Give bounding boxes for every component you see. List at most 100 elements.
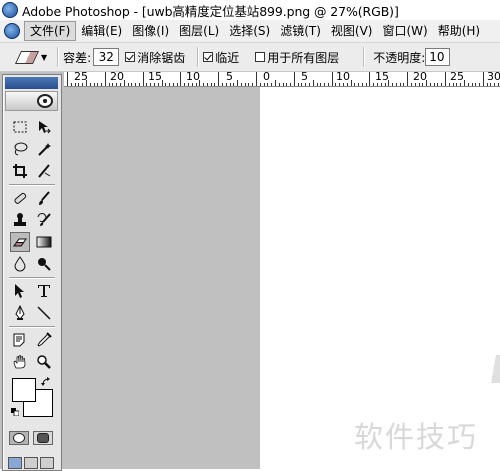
ruler-tick (225, 83, 227, 86)
toolbox-logo-button[interactable] (5, 91, 58, 111)
menu-edit[interactable]: 编辑(E) (76, 21, 127, 41)
menu-file[interactable]: 文件(F) (24, 21, 77, 41)
all-layers-option[interactable]: 用于所有图层 (255, 49, 339, 66)
canvas-image-area[interactable] (260, 87, 500, 469)
canvas-transparent-area[interactable] (64, 87, 260, 469)
contiguous-label: 临近 (215, 50, 240, 65)
hand-icon[interactable] (10, 352, 30, 372)
crop-icon[interactable] (10, 161, 30, 181)
pen-icon[interactable] (10, 303, 30, 323)
foreground-color-swatch[interactable] (12, 378, 36, 402)
ruler-tick (85, 80, 87, 86)
ruler-tick (320, 83, 322, 86)
ruler-tick (97, 83, 99, 86)
zoom-icon[interactable] (34, 352, 54, 372)
menu-help[interactable]: 帮助(H) (433, 21, 485, 41)
watermark-text: 软件技巧 (354, 420, 479, 454)
menu-filter[interactable]: 滤镜(T) (275, 21, 326, 41)
menu-window[interactable]: 窗口(W) (377, 21, 432, 41)
ruler-tick (301, 83, 303, 86)
ruler-tick (101, 83, 102, 86)
blur-icon[interactable] (10, 254, 30, 274)
menu-view[interactable]: 视图(V) (326, 21, 378, 41)
ruler-tick (411, 83, 412, 86)
ruler-tick (93, 83, 95, 86)
ruler-tick (365, 83, 367, 86)
ruler-tick (327, 83, 329, 86)
type-icon[interactable] (34, 281, 54, 301)
ruler-tick (157, 83, 159, 86)
ruler-label: 10 (186, 72, 200, 83)
ruler-tick (308, 83, 310, 86)
ruler-label: 0 (263, 72, 270, 83)
eyedropper-icon[interactable] (34, 330, 54, 350)
ruler-tick (494, 83, 496, 86)
history-brush-icon[interactable] (34, 210, 54, 230)
ruler-tick (142, 72, 144, 86)
ruler-tick (180, 72, 182, 86)
move-icon[interactable] (34, 117, 54, 137)
ruler-tick (138, 83, 140, 86)
opacity-input[interactable]: 10 (425, 48, 451, 66)
full-screen-menu-button[interactable] (24, 457, 38, 469)
ruler-tick (240, 83, 242, 86)
options-divider (197, 47, 200, 67)
toolbox-title-bar[interactable] (5, 77, 58, 89)
ruler-tick (127, 83, 129, 86)
ruler-tick (210, 83, 212, 86)
notes-icon[interactable] (10, 330, 30, 350)
ruler-tick (384, 83, 386, 86)
ruler-tick (169, 83, 171, 86)
healing-brush-icon[interactable] (10, 188, 30, 208)
document-control-icon[interactable] (4, 23, 20, 39)
title-bar: Adobe Photoshop - [uwb高精度定位基站899.png @ 2… (0, 0, 500, 20)
eraser-icon[interactable] (10, 232, 30, 252)
photoshop-app-icon (2, 2, 18, 18)
lasso-icon[interactable] (10, 139, 30, 159)
ruler-tick (426, 80, 428, 86)
menu-image[interactable]: 图像(I) (127, 21, 174, 41)
all-layers-checkbox[interactable] (255, 52, 266, 62)
ruler-tick (479, 83, 480, 86)
tolerance-input[interactable]: 32 (93, 48, 120, 66)
ruler-tick (358, 83, 360, 86)
swap-colors-icon[interactable] (41, 377, 51, 390)
ruler-tick (116, 83, 118, 86)
ruler-tick (293, 72, 295, 86)
antialias-option[interactable]: 消除锯齿 (125, 49, 185, 66)
menu-select[interactable]: 选择(S) (224, 21, 275, 41)
gradient-icon[interactable] (34, 232, 54, 252)
line-icon[interactable] (34, 303, 54, 323)
dodge-icon[interactable] (34, 254, 54, 274)
ruler-label: 5 (301, 72, 308, 83)
menu-layer[interactable]: 图层(L) (174, 21, 224, 41)
slice-icon[interactable] (34, 161, 54, 181)
ruler-tick (354, 83, 356, 86)
contiguous-option[interactable]: 临近 (203, 49, 239, 66)
standard-screen-button[interactable] (8, 457, 22, 469)
antialias-checkbox[interactable] (125, 52, 136, 62)
ruler-tick (346, 83, 348, 86)
marquee-icon[interactable] (10, 117, 30, 137)
ruler-tick (433, 83, 435, 86)
ruler-tick (244, 83, 246, 86)
tool-preset-picker[interactable]: ▼ (14, 50, 47, 64)
path-selection-icon[interactable] (10, 281, 30, 301)
ruler-tick (471, 83, 473, 86)
ruler-tick (203, 83, 205, 86)
default-colors-icon[interactable] (11, 405, 20, 417)
standard-mode-button[interactable] (9, 431, 29, 445)
ruler-tick (153, 83, 155, 86)
full-screen-button[interactable] (40, 457, 54, 469)
ruler-tick (324, 83, 325, 86)
options-divider (57, 47, 60, 67)
contiguous-checkbox[interactable] (203, 52, 214, 62)
ruler-tick (407, 72, 409, 86)
brush-icon[interactable] (34, 188, 54, 208)
clone-stamp-icon[interactable] (10, 210, 30, 230)
ruler-tick (112, 83, 114, 86)
ruler-tick (497, 83, 499, 86)
ruler-label: 25 (450, 72, 464, 83)
magic-wand-icon[interactable] (34, 139, 54, 159)
quick-mask-button[interactable] (33, 431, 53, 445)
